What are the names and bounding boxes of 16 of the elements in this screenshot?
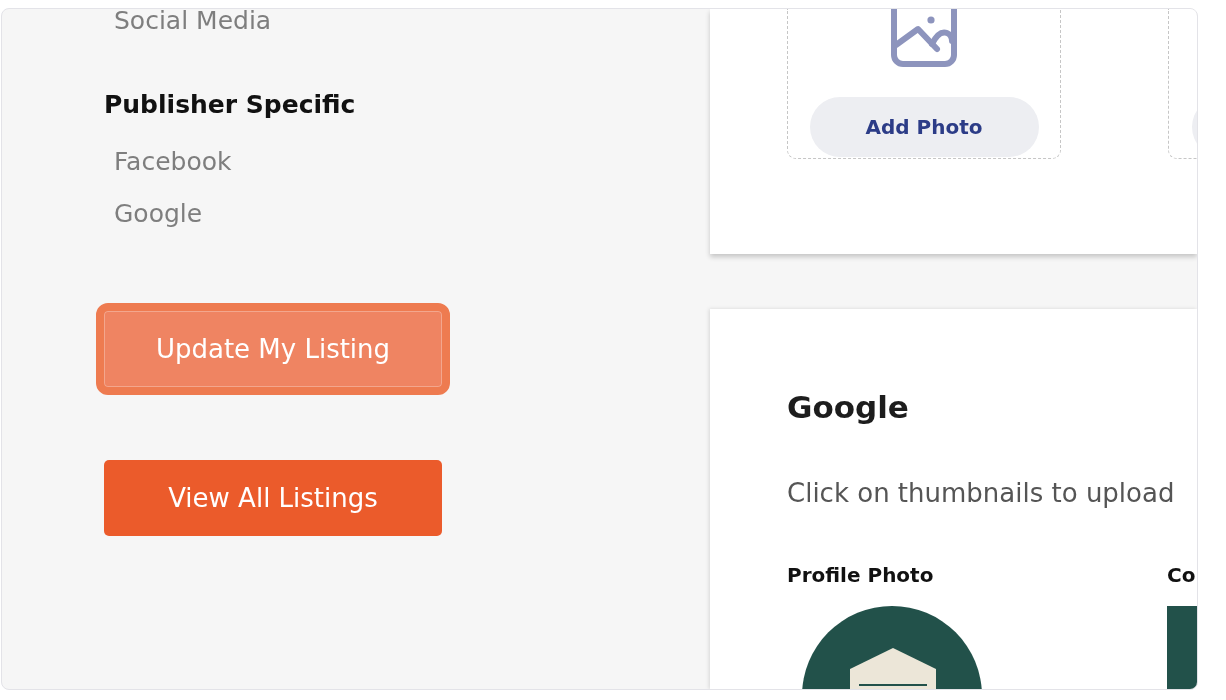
cover-photo-thumbnail[interactable] [1167,606,1197,689]
update-listing-button[interactable]: Update My Listing [96,303,450,395]
image-icon [891,9,957,67]
section-heading: Publisher Specific [104,89,356,121]
sidebar-link[interactable]: Social Media [114,9,272,33]
view-listings-button[interactable]: View All Listings [104,460,442,536]
sidebar-link[interactable]: Facebook [114,147,232,177]
sidebar-link[interactable]: Google [114,199,203,229]
photo-upload-tile[interactable] [1168,9,1197,159]
photo-label: Profile Photo [787,562,934,589]
upload-hint: Click on thumbnails to upload [787,477,1175,510]
photo-upload-tile[interactable]: Add Photo [787,9,1061,159]
card-title: Google [787,388,909,427]
profile-photo-thumbnail[interactable] [802,606,982,689]
photo-label: Co [1167,562,1196,589]
add-photo-button[interactable]: Add Photo [809,97,1039,157]
